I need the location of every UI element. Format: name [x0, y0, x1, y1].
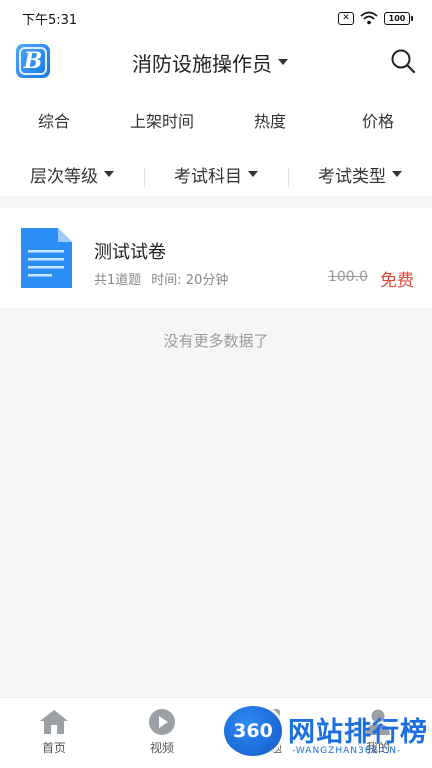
wifi-icon — [360, 11, 378, 25]
exam-question-count: 共1道题 — [94, 273, 142, 288]
category-selector[interactable]: 消防设施操作员 — [132, 48, 288, 76]
tab-home[interactable]: 首页 — [0, 698, 108, 768]
status-time: 下午5:31 — [22, 12, 78, 28]
filter-level-label: 层次等级 — [30, 166, 98, 187]
sort-comprehensive[interactable]: 综合 — [0, 108, 108, 132]
filter-exam-type-label: 考试类型 — [318, 166, 386, 187]
bottom-tab-bar: 首页 视频 试题 我的 — [0, 697, 432, 768]
tab-mine[interactable]: 我的 — [324, 698, 432, 768]
sort-bar: 综合 上架时间 热度 价格 — [0, 88, 432, 152]
exam-original-price: 100.0 — [327, 269, 368, 285]
battery-icon: 100 — [384, 11, 413, 25]
status-bar: 下午5:31 ✕ 100 — [0, 0, 432, 36]
user-icon — [366, 709, 390, 735]
list-end-text: 没有更多数据了 — [163, 332, 269, 350]
battery-level: 100 — [388, 13, 406, 23]
app-logo: B — [16, 44, 50, 78]
caret-down-icon — [278, 59, 288, 65]
app-header: B 消防设施操作员 — [0, 36, 432, 88]
search-icon[interactable] — [390, 48, 416, 74]
filter-bar: 层次等级 考试科目 考试类型 — [0, 152, 432, 196]
document-icon — [21, 228, 72, 288]
exam-icon — [260, 709, 280, 735]
exam-list-item[interactable]: 测试试卷 共1道题 时间: 20分钟 100.0 免费 — [0, 208, 432, 308]
exam-price-label: 免费 — [380, 271, 414, 291]
filter-subject[interactable]: 考试科目 — [144, 162, 288, 188]
caret-down-icon — [248, 171, 258, 177]
filter-subject-label: 考试科目 — [174, 166, 242, 187]
filter-exam-type[interactable]: 考试类型 — [288, 162, 432, 188]
sort-price[interactable]: 价格 — [324, 108, 432, 132]
tab-home-label: 首页 — [41, 741, 66, 755]
tab-video-label: 视频 — [149, 741, 174, 755]
sort-popularity[interactable]: 热度 — [216, 108, 324, 132]
status-icons: ✕ 100 — [338, 11, 413, 25]
exam-meta: 共1道题 时间: 20分钟 — [94, 269, 228, 288]
exam-title: 测试试卷 — [94, 242, 166, 263]
caret-down-icon — [392, 171, 402, 177]
home-icon — [40, 710, 68, 734]
tab-video[interactable]: 视频 — [108, 698, 216, 768]
tab-exam[interactable]: 试题 — [216, 698, 324, 768]
caret-down-icon — [104, 171, 114, 177]
logo-letter: B — [23, 48, 43, 74]
tab-mine-label: 我的 — [365, 741, 390, 755]
page-title: 消防设施操作员 — [132, 51, 272, 76]
sim-off-icon: ✕ — [338, 11, 354, 25]
exam-duration: 时间: 20分钟 — [151, 273, 229, 288]
play-icon — [149, 709, 175, 735]
sort-listing-time[interactable]: 上架时间 — [108, 108, 216, 132]
filter-level[interactable]: 层次等级 — [0, 162, 144, 187]
tab-exam-label: 试题 — [257, 741, 282, 755]
